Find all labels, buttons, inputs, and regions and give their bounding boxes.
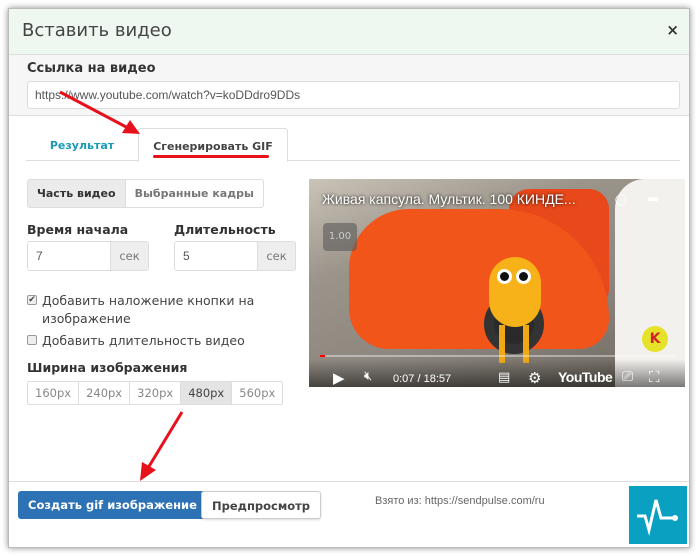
tab-label: Результат: [49, 139, 115, 152]
youtube-logo[interactable]: YouTube: [558, 369, 613, 385]
red-underline-annotation: [153, 155, 269, 158]
play-icon[interactable]: ▶: [333, 369, 345, 387]
url-input[interactable]: [27, 81, 680, 109]
video-title[interactable]: Живая капсула. Мультик. 100 КИНДЕ...: [322, 191, 576, 207]
duration-unit: сек: [257, 242, 295, 270]
overlay-checkbox-row: ✔ Добавить наложение кнопки на изображен…: [27, 292, 277, 328]
duration-checkbox-label: Добавить длительность видео: [42, 333, 245, 348]
video-player[interactable]: K Живая капсула. Мультик. 100 КИНДЕ... 🕓…: [309, 179, 685, 387]
pulse-icon: [637, 499, 678, 536]
footer-divider: [9, 481, 689, 482]
settings-icon[interactable]: ⚙: [528, 369, 541, 387]
sendpulse-logo: [629, 486, 687, 544]
channel-badge[interactable]: K: [642, 326, 668, 352]
overlay-checkbox[interactable]: ✔: [27, 295, 37, 305]
progress-fill: [320, 355, 326, 357]
character-eye: [497, 269, 512, 284]
preview-button[interactable]: Предпросмотр: [201, 491, 322, 519]
mode-toggle: Часть видео Выбранные кадры: [27, 179, 264, 208]
insert-video-dialog: Вставить видео × Ссылка на видео Результ…: [8, 8, 690, 548]
share-icon[interactable]: ➦: [647, 190, 660, 208]
mode-selected-frames[interactable]: Выбранные кадры: [126, 180, 263, 207]
overlay-checkbox-label: Добавить наложение кнопки на изображение: [42, 293, 255, 326]
width-240[interactable]: 240px: [79, 382, 131, 404]
tab-result[interactable]: Результат: [26, 128, 138, 161]
mode-video-part[interactable]: Часть видео: [28, 180, 126, 207]
dialog-title: Вставить видео: [22, 20, 172, 41]
width-160[interactable]: 160px: [28, 382, 80, 404]
tabs: Результат Сгенерировать GIF: [26, 128, 680, 162]
muted-icon[interactable]: 🔇︎: [364, 369, 372, 384]
duration-checkbox-row: Добавить длительность видео: [27, 332, 277, 350]
url-section: Ссылка на видео: [9, 55, 689, 116]
character-eye: [516, 269, 531, 284]
video-time: 0:07 / 18:57: [393, 373, 452, 385]
start-field: сек: [27, 241, 149, 271]
tab-generate-gif[interactable]: Сгенерировать GIF: [138, 128, 288, 162]
duration-label: Длительность: [174, 222, 276, 237]
start-label: Время начала: [27, 222, 129, 237]
width-options: 160px 240px 320px 480px 560px: [27, 381, 284, 405]
watch-later-icon[interactable]: 🕓︎: [615, 191, 627, 209]
width-480[interactable]: 480px: [181, 382, 233, 404]
source-caption: Взято из: https://sendpulse.com/ru: [375, 495, 545, 507]
start-input[interactable]: [28, 242, 110, 270]
create-gif-button[interactable]: Создать gif изображение: [18, 491, 207, 519]
duration-field: сек: [174, 241, 296, 271]
fullscreen-icon[interactable]: ⛶: [649, 368, 660, 386]
video-frame-character: [489, 257, 541, 327]
subtitles-icon[interactable]: ▤: [498, 370, 510, 385]
close-button[interactable]: ×: [666, 21, 679, 39]
progress-bar[interactable]: [320, 355, 674, 357]
dialog-header: Вставить видео ×: [9, 9, 689, 55]
start-unit: сек: [110, 242, 148, 270]
width-560[interactable]: 560px: [232, 382, 282, 404]
character-legs: [499, 325, 529, 363]
duration-checkbox[interactable]: [27, 335, 37, 345]
duration-input[interactable]: [175, 242, 257, 270]
cast-icon[interactable]: ⎚: [622, 369, 633, 385]
tab-label: Сгенерировать GIF: [153, 140, 273, 153]
width-label: Ширина изображения: [27, 360, 188, 375]
speed-indicator: 1.00: [323, 223, 357, 251]
width-320[interactable]: 320px: [130, 382, 182, 404]
url-label: Ссылка на видео: [27, 61, 156, 76]
